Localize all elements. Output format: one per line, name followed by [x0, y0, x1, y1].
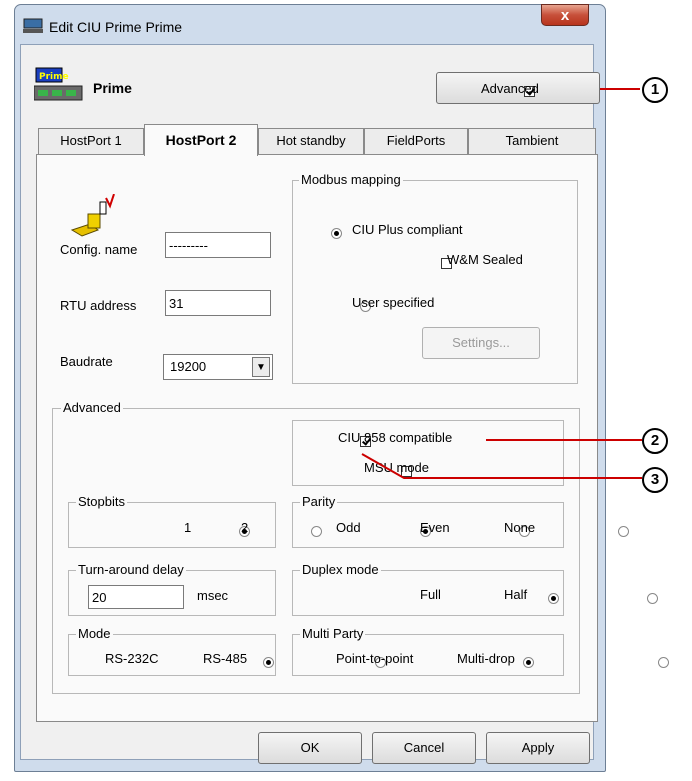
point-to-point-radio[interactable] — [522, 657, 534, 669]
callout-badge-3: 3 — [642, 467, 668, 493]
ciu-plus-label: CIU Plus compliant — [352, 222, 463, 237]
advanced-group-title: Advanced — [61, 400, 123, 415]
tab-tambient[interactable]: Tambient — [468, 128, 596, 154]
duplex-half-label: Half — [504, 587, 528, 602]
point-to-point-label: Point-to-point — [336, 651, 414, 666]
parity-odd-label: Odd — [336, 520, 361, 535]
mode-title: Mode — [76, 626, 113, 641]
title-bar[interactable]: Edit CIU Prime Prime x — [15, 4, 605, 49]
callout-line-3 — [361, 453, 642, 479]
callout-line-1 — [600, 88, 640, 90]
config-name-label: Config. name — [60, 242, 138, 257]
svg-text:Prime: Prime — [39, 72, 69, 82]
callout-line-2 — [486, 439, 642, 441]
turnaround-unit: msec — [197, 588, 229, 603]
window-title: Edit CIU Prime Prime — [49, 19, 183, 35]
baudrate-value: 19200 — [170, 359, 207, 374]
mode-rs232-label: RS-232C — [105, 651, 159, 666]
apply-button[interactable]: Apply — [486, 732, 590, 764]
tab-hostport-1[interactable]: HostPort 1 — [38, 128, 144, 154]
multi-drop-radio[interactable] — [658, 657, 670, 669]
advanced-toggle-button[interactable]: Advanced — [436, 72, 600, 104]
device-icon: Prime — [33, 66, 86, 108]
parity-even-label: Even — [420, 520, 450, 535]
parity-none-label: None — [504, 520, 536, 535]
callout-badge-1: 1 — [642, 77, 668, 103]
user-specified-label: User specified — [352, 295, 435, 310]
parity-title: Parity — [300, 494, 338, 509]
multi-drop-label: Multi-drop — [457, 651, 515, 666]
app-icon — [23, 18, 43, 34]
mode-rs232-radio[interactable] — [262, 657, 274, 669]
close-button[interactable]: x — [541, 4, 589, 26]
chevron-down-icon[interactable]: ▼ — [252, 357, 270, 377]
parity-none-radio[interactable] — [617, 526, 629, 538]
advanced-toggle-label: Advanced — [481, 81, 539, 96]
close-icon: x — [560, 7, 570, 24]
baudrate-label: Baudrate — [60, 354, 113, 369]
tab-fieldports[interactable]: FieldPorts — [364, 128, 468, 154]
stopbits-1-label: 1 — [184, 520, 192, 535]
duplex-title: Duplex mode — [300, 562, 381, 577]
duplex-half-radio[interactable] — [646, 593, 658, 605]
wm-sealed-label: W&M Sealed — [447, 252, 523, 267]
mode-rs485-label: RS-485 — [203, 651, 248, 666]
baudrate-select[interactable]: 19200 ▼ — [163, 354, 273, 380]
turnaround-title: Turn-around delay — [76, 562, 186, 577]
modbus-mapping-title: Modbus mapping — [299, 172, 403, 187]
tab-hostport-2[interactable]: HostPort 2 — [144, 124, 258, 156]
settings-button[interactable]: Settings... — [422, 327, 540, 359]
ciu858-label: CIU 858 compatible — [338, 430, 453, 445]
duplex-full-label: Full — [420, 587, 441, 602]
config-name-input[interactable] — [165, 232, 271, 258]
config-icon — [68, 193, 116, 238]
ok-button[interactable]: OK — [258, 732, 362, 764]
stopbits-2-label: 2 — [241, 520, 249, 535]
cancel-button[interactable]: Cancel — [372, 732, 476, 764]
rtu-address-input[interactable] — [165, 290, 271, 316]
turnaround-input[interactable] — [88, 585, 184, 609]
multiparty-title: Multi Party — [300, 626, 366, 641]
ciu-plus-radio[interactable] — [331, 228, 342, 240]
rtu-address-label: RTU address — [60, 298, 137, 313]
callout-badge-2: 2 — [642, 428, 668, 454]
device-name: Prime — [93, 80, 132, 96]
stopbits-title: Stopbits — [76, 494, 127, 509]
tab-hot-standby[interactable]: Hot standby — [258, 128, 364, 154]
